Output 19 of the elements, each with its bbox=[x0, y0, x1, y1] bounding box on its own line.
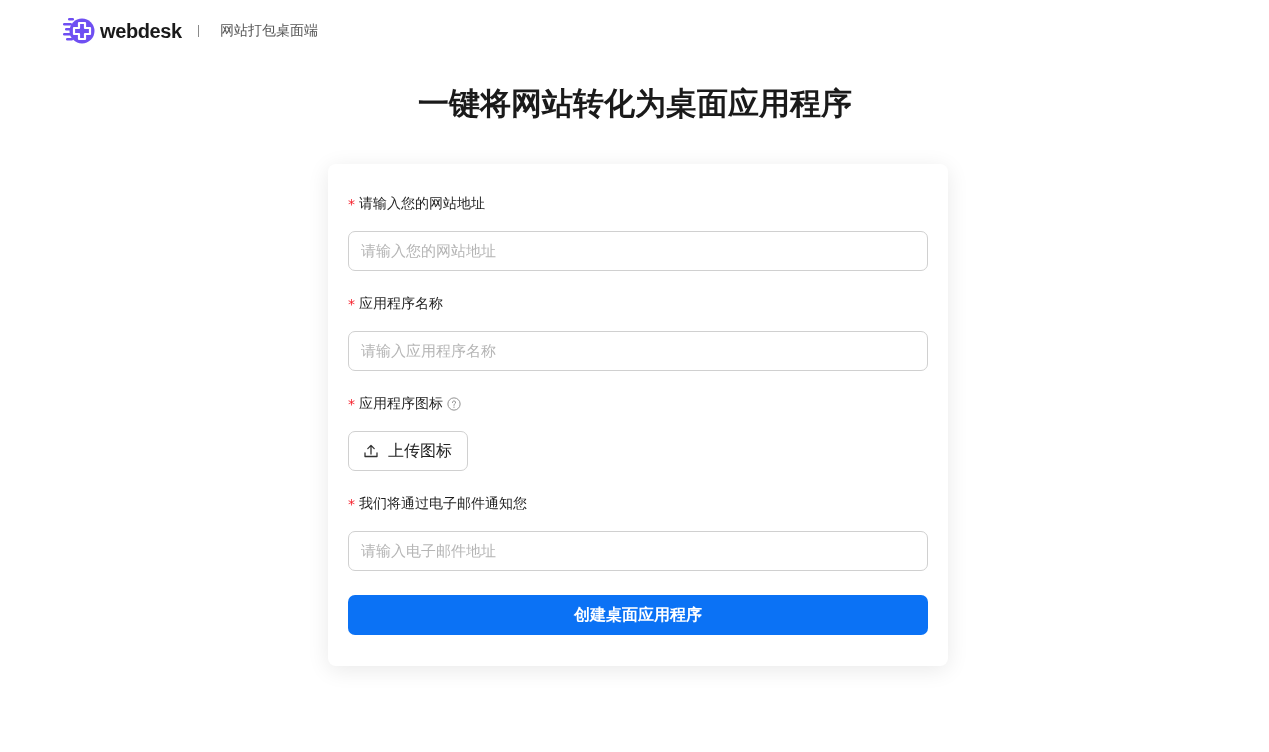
required-mark: * bbox=[348, 197, 355, 211]
input-field[interactable]: 请输入您的网站地址 bbox=[348, 231, 928, 271]
input-field[interactable]: 请输入电子邮件地址 bbox=[348, 531, 928, 571]
field-label: 我们将通过电子邮件通知您 bbox=[359, 495, 527, 513]
help-icon[interactable] bbox=[447, 397, 461, 411]
field-label: 应用程序名称 bbox=[359, 295, 443, 313]
create-app-button[interactable]: 创建桌面应用程序 bbox=[348, 595, 928, 635]
required-mark: * bbox=[348, 497, 355, 511]
input-field[interactable]: 请输入应用程序名称 bbox=[348, 331, 928, 371]
page-title: 一键将网站转化为桌面应用程序 bbox=[417, 84, 852, 123]
upload-button[interactable]: 上传图标 bbox=[348, 431, 468, 471]
field-label: 请输入您的网站地址 bbox=[359, 195, 485, 213]
field-label: 应用程序图标 bbox=[359, 395, 443, 413]
upload-icon bbox=[364, 444, 378, 458]
required-mark: * bbox=[348, 397, 355, 411]
logo-icon bbox=[63, 17, 95, 45]
required-mark: * bbox=[348, 297, 355, 311]
tagline: 网站打包桌面端 bbox=[219, 22, 318, 40]
brand-name: webdesk bbox=[100, 19, 182, 43]
